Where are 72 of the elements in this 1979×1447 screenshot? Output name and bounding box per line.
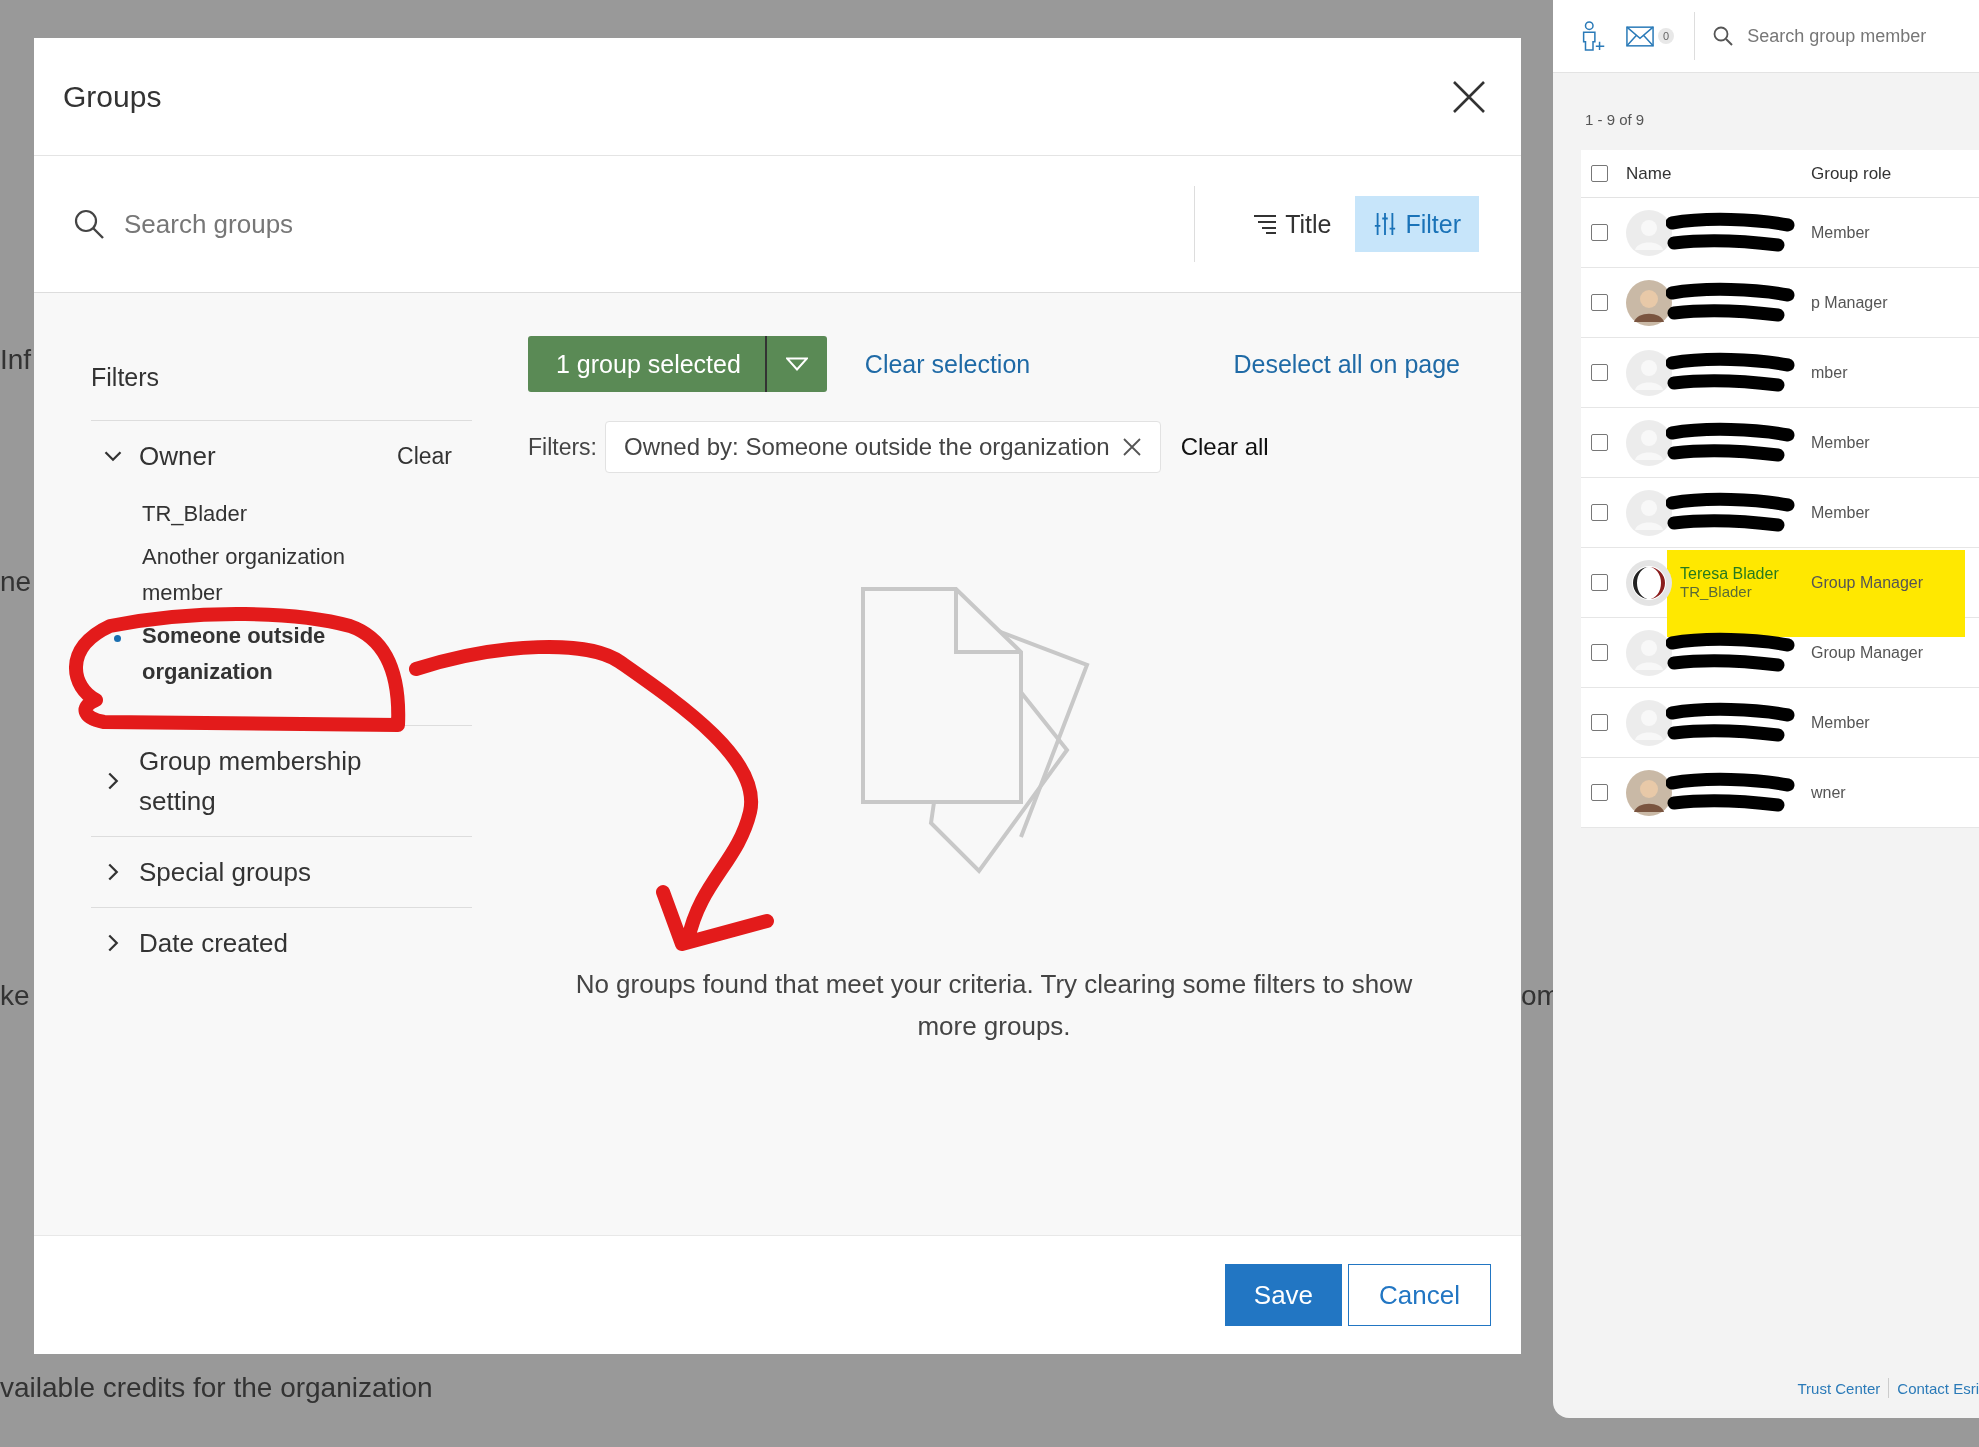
select-all-checkbox[interactable] [1591,165,1608,182]
sort-icon [1253,212,1278,236]
clear-button[interactable]: Clear [391,441,458,471]
caret-icon[interactable] [785,357,808,371]
filters-heading: Filters [91,363,472,421]
filter-button[interactable]: Filter [1355,196,1479,252]
member-username: TR_Blader [1680,583,1753,600]
deselect-all-link[interactable]: Deselect all on page [1233,349,1460,379]
avatar-photo-icon [1626,769,1672,816]
row-checkbox[interactable] [1591,504,1608,521]
avatar-photo-icon [1626,279,1672,326]
background-text: ke [0,980,30,1012]
avatar-placeholder-icon [1626,699,1672,746]
footer-link[interactable]: Contact Esri [1897,1379,1979,1397]
search-icon [74,209,104,239]
avatar-logo-icon [1626,559,1672,606]
group-role: wner [1811,783,1846,802]
row-checkbox[interactable] [1591,714,1608,731]
close-icon[interactable] [1121,437,1142,457]
row-checkbox[interactable] [1591,294,1608,311]
avatar-placeholder-icon [1626,629,1672,676]
group-role: Member [1811,433,1870,452]
avatar-placeholder-icon [1626,209,1672,256]
row-checkbox[interactable] [1591,784,1608,801]
filter-chip-label: Owned by: Someone outside the organization [624,433,1110,461]
column-header: Name [1626,163,1673,184]
selection-button[interactable]: 1 group selected [528,336,827,392]
save-button[interactable]: Save [1224,1264,1343,1326]
sort-button[interactable]: Title [1235,196,1350,252]
filter-icon [1373,212,1398,236]
clear-all-button[interactable]: Clear all [1174,432,1275,462]
row-checkbox[interactable] [1591,644,1608,661]
group-role: Member [1811,713,1870,732]
row-checkbox[interactable] [1591,434,1608,451]
member-name-link[interactable]: Teresa Blader [1680,565,1811,583]
footer-link[interactable]: Trust Center [1797,1379,1881,1397]
group-role: Group Manager [1811,643,1924,662]
filter-option[interactable]: TR_Blader [142,496,248,532]
row-checkbox[interactable] [1591,224,1608,241]
filter-option[interactable]: Someone outside organization [142,618,326,690]
background-text: ne [0,566,32,598]
group-role: mber [1811,363,1848,382]
filter-section-toggle[interactable]: Group membership setting [91,736,391,826]
filter-section-toggle[interactable]: Date created [91,918,300,968]
avatar-placeholder-icon [1626,419,1672,466]
column-header: Group role [1811,163,1892,184]
group-role: p Manager [1811,293,1888,312]
group-role: Group Manager [1811,573,1924,592]
member-search-field[interactable]: Search group member [1745,24,1946,48]
row-checkbox[interactable] [1591,364,1608,381]
search-icon [1713,26,1734,46]
result-count: 1 - 9 of 9 [1585,111,1646,128]
group-role: Member [1811,223,1870,242]
count-badge: 0 [1658,28,1675,44]
cancel-button[interactable]: Cancel [1348,1264,1491,1326]
empty-message: No groups found that meet your criteria. Try clearing some filters to show more groups. [574,968,1414,1043]
search-field[interactable]: Search groups [122,207,1195,241]
filters-label: Filters: [528,433,597,461]
add-user-icon[interactable] [1580,21,1606,51]
avatar-placeholder-icon [1626,349,1672,396]
filter-section-toggle[interactable]: Owner [91,431,228,481]
background-text: Inf [0,344,32,376]
filter-section-toggle[interactable]: Special groups [91,847,323,897]
dialog-title: Groups [63,79,162,114]
filter-option[interactable]: Another organization member [142,539,346,611]
avatar-placeholder-icon [1626,489,1672,536]
clear-selection-link[interactable]: Clear selection [864,349,1031,379]
background-text: vailable credits for the organization [0,1372,433,1404]
group-role: Member [1811,503,1870,522]
close-icon[interactable] [1452,79,1486,114]
mail-icon[interactable] [1626,25,1654,47]
row-checkbox[interactable] [1591,574,1608,591]
